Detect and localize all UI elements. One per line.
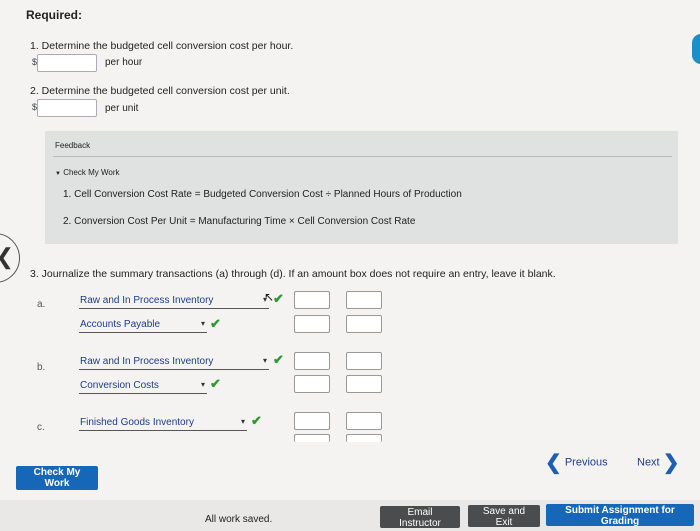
feedback-divider (53, 156, 672, 157)
debit-amount-input-a1[interactable] (294, 291, 330, 309)
check-my-work-label: Check My Work (63, 168, 120, 177)
question-3: 3. Journalize the summary transactions (… (30, 268, 556, 280)
check-my-work-toggle[interactable]: ▼ Check My Work (55, 168, 120, 177)
chevron-right-icon: ❯ (662, 452, 680, 474)
next-label: Next (637, 456, 660, 469)
account-select-a2[interactable]: Accounts Payable ▾ (79, 319, 207, 333)
account-select-b2[interactable]: Conversion Costs ▾ (79, 380, 207, 394)
save-status: All work saved. (205, 514, 273, 525)
feedback-line-2: 2. Conversion Cost Per Unit = Manufactur… (63, 216, 416, 227)
caret-down-icon: ▾ (240, 417, 245, 426)
row-letter-c: c. (37, 422, 45, 433)
q2-unit-label: per unit (105, 103, 139, 114)
footer-bar: All work saved. Email Instructor Save an… (0, 500, 700, 531)
check-my-work-button[interactable]: Check My Work (16, 466, 98, 490)
q1-answer-input[interactable] (37, 54, 97, 72)
chevron-left-icon: ❮ (0, 244, 14, 270)
account-select-a1[interactable]: Raw and In Process Inventory ▾ (79, 295, 269, 309)
credit-amount-input-a1[interactable] (346, 291, 382, 309)
account-select-c1[interactable]: Finished Goods Inventory ▾ (79, 417, 247, 431)
previous-label: Previous (564, 456, 608, 469)
credit-amount-input-c1[interactable] (346, 412, 382, 430)
collapse-side-tab[interactable]: ❮ (0, 233, 20, 283)
check-icon: ✔ (273, 352, 284, 367)
debit-amount-input-c1[interactable] (294, 412, 330, 430)
account-label: Accounts Payable (80, 319, 161, 330)
row-letter-a: a. (37, 299, 46, 310)
caret-down-icon: ▾ (262, 356, 267, 365)
caret-down-icon: ▾ (200, 319, 205, 328)
feedback-title: Feedback (55, 141, 91, 150)
feedback-line-1: 1. Cell Conversion Cost Rate = Budgeted … (63, 189, 462, 200)
required-heading: Required: (26, 8, 83, 22)
credit-amount-input-b1[interactable] (346, 352, 382, 370)
credit-amount-input-c2[interactable] (346, 434, 382, 442)
save-and-exit-button[interactable]: Save and Exit (468, 505, 540, 528)
question-1: 1. Determine the budgeted cell conversio… (30, 40, 294, 52)
check-icon: ✔ (251, 413, 262, 428)
email-instructor-button[interactable]: Email Instructor (380, 506, 460, 529)
triangle-down-icon: ▼ (55, 171, 61, 177)
caret-down-icon: ▾ (200, 380, 205, 389)
previous-button[interactable]: ❮ Previous (545, 450, 608, 475)
account-label: Conversion Costs (80, 380, 159, 391)
q2-answer-input[interactable] (37, 99, 97, 117)
debit-amount-input-b2[interactable] (294, 375, 330, 393)
credit-amount-input-b2[interactable] (346, 375, 382, 393)
account-label: Raw and In Process Inventory (80, 295, 214, 306)
debit-amount-input-c2[interactable] (294, 434, 330, 442)
check-icon: ✔ (210, 376, 221, 391)
credit-amount-input-a2[interactable] (346, 315, 382, 333)
assignment-page: Required: 1. Determine the budgeted cell… (0, 0, 700, 500)
question-2: 2. Determine the budgeted cell conversio… (30, 85, 290, 97)
debit-amount-input-a2[interactable] (294, 315, 330, 333)
next-button[interactable]: Next ❯ (637, 450, 679, 475)
check-icon: ✔ (273, 291, 284, 306)
row-letter-b: b. (37, 362, 46, 373)
account-label: Finished Goods Inventory (80, 417, 194, 428)
q1-unit-label: per hour (105, 57, 143, 68)
feedback-panel: Feedback ▼ Check My Work 1. Cell Convers… (45, 131, 678, 244)
account-label: Raw and In Process Inventory (80, 356, 214, 367)
submit-assignment-button[interactable]: Submit Assignment for Grading (546, 504, 694, 527)
account-select-b1[interactable]: Raw and In Process Inventory ▾ (79, 356, 269, 370)
check-icon: ✔ (210, 316, 221, 331)
chevron-left-icon: ❮ (545, 452, 562, 474)
side-panel-handle[interactable] (692, 34, 700, 64)
debit-amount-input-b1[interactable] (294, 352, 330, 370)
